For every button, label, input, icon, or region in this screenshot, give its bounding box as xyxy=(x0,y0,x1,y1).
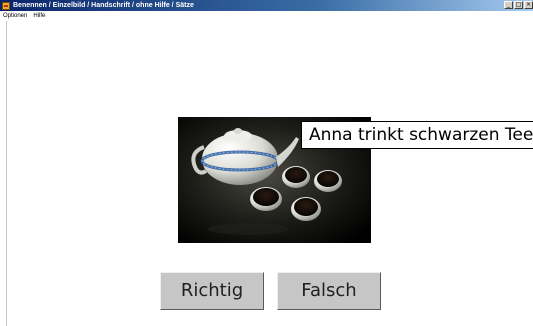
title-bar[interactable]: Benennen / Einzelbild / Handschrift / oh… xyxy=(0,0,533,11)
menu-optionen[interactable]: Optionen xyxy=(0,11,30,21)
window-title: Benennen / Einzelbild / Handschrift / oh… xyxy=(13,2,194,9)
window-controls: _ □ × xyxy=(504,1,533,9)
window-edge xyxy=(6,21,7,326)
app-icon[interactable] xyxy=(2,1,10,10)
maximize-button[interactable]: □ xyxy=(514,1,523,9)
correct-button[interactable]: Richtig xyxy=(160,272,264,310)
wrong-button[interactable]: Falsch xyxy=(277,272,381,310)
close-button[interactable]: × xyxy=(524,1,533,9)
menu-hilfe[interactable]: Hilfe xyxy=(30,11,48,21)
minimize-button[interactable]: _ xyxy=(504,1,513,9)
sentence-label: Anna trinkt schwarzen Tee. xyxy=(301,121,533,149)
menu-bar: Optionen Hilfe xyxy=(0,11,533,21)
